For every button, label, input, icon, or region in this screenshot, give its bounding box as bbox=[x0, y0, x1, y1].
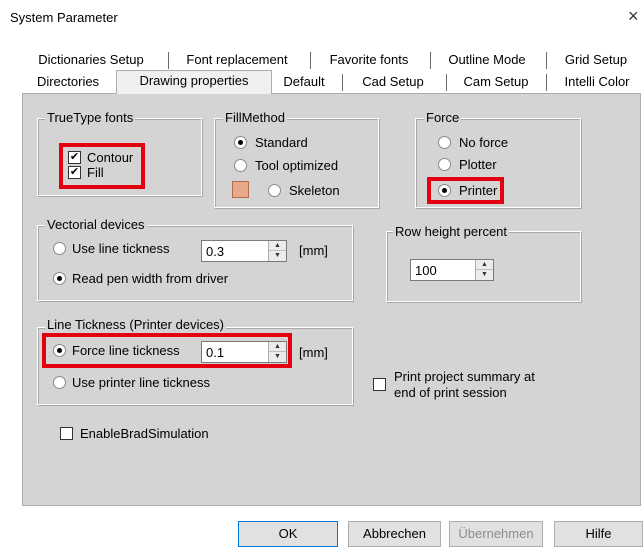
ok-button[interactable]: OK bbox=[238, 521, 338, 547]
apply-button[interactable]: Übernehmen bbox=[449, 521, 543, 547]
tab-separator bbox=[310, 52, 311, 69]
read-pen-width-radio[interactable] bbox=[53, 272, 66, 285]
spin-down-icon[interactable]: ▼ bbox=[476, 270, 493, 280]
tab-favorite-fonts[interactable]: Favorite fonts bbox=[320, 50, 418, 71]
read-pen-width-label: Read pen width from driver bbox=[72, 271, 229, 286]
print-summary-label-line2: end of print session bbox=[394, 385, 507, 400]
fillmethod-legend: FillMethod bbox=[223, 110, 287, 125]
fill-label: Fill bbox=[87, 165, 104, 180]
spin-down-icon[interactable]: ▼ bbox=[269, 251, 286, 261]
tab-separator bbox=[342, 74, 343, 91]
skeleton-radio[interactable] bbox=[268, 184, 281, 197]
tab-separator bbox=[546, 74, 547, 91]
force-line-tickness-label: Force line tickness bbox=[72, 343, 180, 358]
tab-dictionaries-setup[interactable]: Dictionaries Setup bbox=[28, 50, 154, 71]
brad-simulation-label: EnableBradSimulation bbox=[80, 426, 209, 441]
use-printer-line-tickness-label: Use printer line tickness bbox=[72, 375, 210, 390]
tool-optimized-label: Tool optimized bbox=[255, 158, 339, 173]
force-legend: Force bbox=[424, 110, 462, 125]
row-height-value: 100 bbox=[415, 263, 437, 278]
no-force-label: No force bbox=[459, 135, 509, 150]
plotter-label: Plotter bbox=[459, 157, 497, 172]
standard-radio[interactable] bbox=[234, 136, 247, 149]
tab-directories[interactable]: Directories bbox=[30, 72, 106, 93]
tab-separator bbox=[168, 52, 169, 69]
plotter-radio[interactable] bbox=[438, 158, 451, 171]
window-title: System Parameter bbox=[10, 10, 118, 25]
contour-checkbox[interactable]: ✔ bbox=[68, 151, 81, 164]
brad-simulation-checkbox[interactable] bbox=[60, 427, 73, 440]
printer-label: Printer bbox=[459, 183, 498, 198]
line-tickness-stepper[interactable]: 0.3 ▲ ▼ bbox=[201, 240, 287, 262]
fill-checkbox[interactable]: ✔ bbox=[68, 166, 81, 179]
line-tickness-unit: [mm] bbox=[299, 243, 328, 258]
line-tickness-value: 0.3 bbox=[206, 244, 225, 259]
row-height-stepper[interactable]: 100 ▲ ▼ bbox=[410, 259, 494, 281]
tab-font-replacement[interactable]: Font replacement bbox=[178, 50, 296, 71]
use-line-tickness-label: Use line tickness bbox=[72, 241, 170, 256]
tab-drawing-properties[interactable]: Drawing properties bbox=[116, 70, 272, 94]
truetype-fonts-legend: TrueType fonts bbox=[45, 110, 136, 125]
tab-cad-setup[interactable]: Cad Setup bbox=[352, 72, 434, 93]
cancel-button[interactable]: Abbrechen bbox=[348, 521, 441, 547]
tab-outline-mode[interactable]: Outline Mode bbox=[440, 50, 534, 71]
close-icon[interactable]: × bbox=[628, 4, 643, 28]
force-line-tickness-unit: [mm] bbox=[299, 345, 328, 360]
print-summary-checkbox[interactable] bbox=[373, 378, 386, 391]
tab-separator bbox=[546, 52, 547, 69]
tab-intelli-color[interactable]: Intelli Color bbox=[556, 72, 638, 93]
row-height-legend: Row height percent bbox=[393, 224, 510, 239]
use-printer-line-tickness-radio[interactable] bbox=[53, 376, 66, 389]
tab-cam-setup[interactable]: Cam Setup bbox=[456, 72, 536, 93]
contour-label: Contour bbox=[87, 150, 134, 165]
help-button[interactable]: Hilfe bbox=[554, 521, 643, 547]
force-line-tickness-value: 0.1 bbox=[206, 345, 225, 360]
print-summary-label-line1: Print project summary at bbox=[394, 369, 535, 384]
tab-separator bbox=[430, 52, 431, 69]
force-line-tickness-stepper[interactable]: 0.1 ▲ ▼ bbox=[201, 341, 287, 363]
spin-up-icon[interactable]: ▲ bbox=[476, 260, 493, 270]
force-line-tickness-radio[interactable] bbox=[53, 344, 66, 357]
line-tickness-legend: Line Tickness (Printer devices) bbox=[45, 317, 227, 332]
no-force-radio[interactable] bbox=[438, 136, 451, 149]
spin-up-icon[interactable]: ▲ bbox=[269, 342, 286, 352]
use-line-tickness-radio[interactable] bbox=[53, 242, 66, 255]
tab-separator bbox=[446, 74, 447, 91]
skeleton-label: Skeleton bbox=[289, 183, 340, 198]
standard-label: Standard bbox=[255, 135, 308, 150]
skeleton-icon bbox=[232, 181, 249, 198]
tab-default[interactable]: Default bbox=[278, 72, 330, 93]
tab-grid-setup[interactable]: Grid Setup bbox=[556, 50, 636, 71]
spin-down-icon[interactable]: ▼ bbox=[269, 352, 286, 362]
spin-up-icon[interactable]: ▲ bbox=[269, 241, 286, 251]
vectorial-devices-legend: Vectorial devices bbox=[45, 217, 147, 232]
tool-optimized-radio[interactable] bbox=[234, 159, 247, 172]
printer-radio[interactable] bbox=[438, 184, 451, 197]
vectorial-devices-group bbox=[37, 225, 353, 301]
